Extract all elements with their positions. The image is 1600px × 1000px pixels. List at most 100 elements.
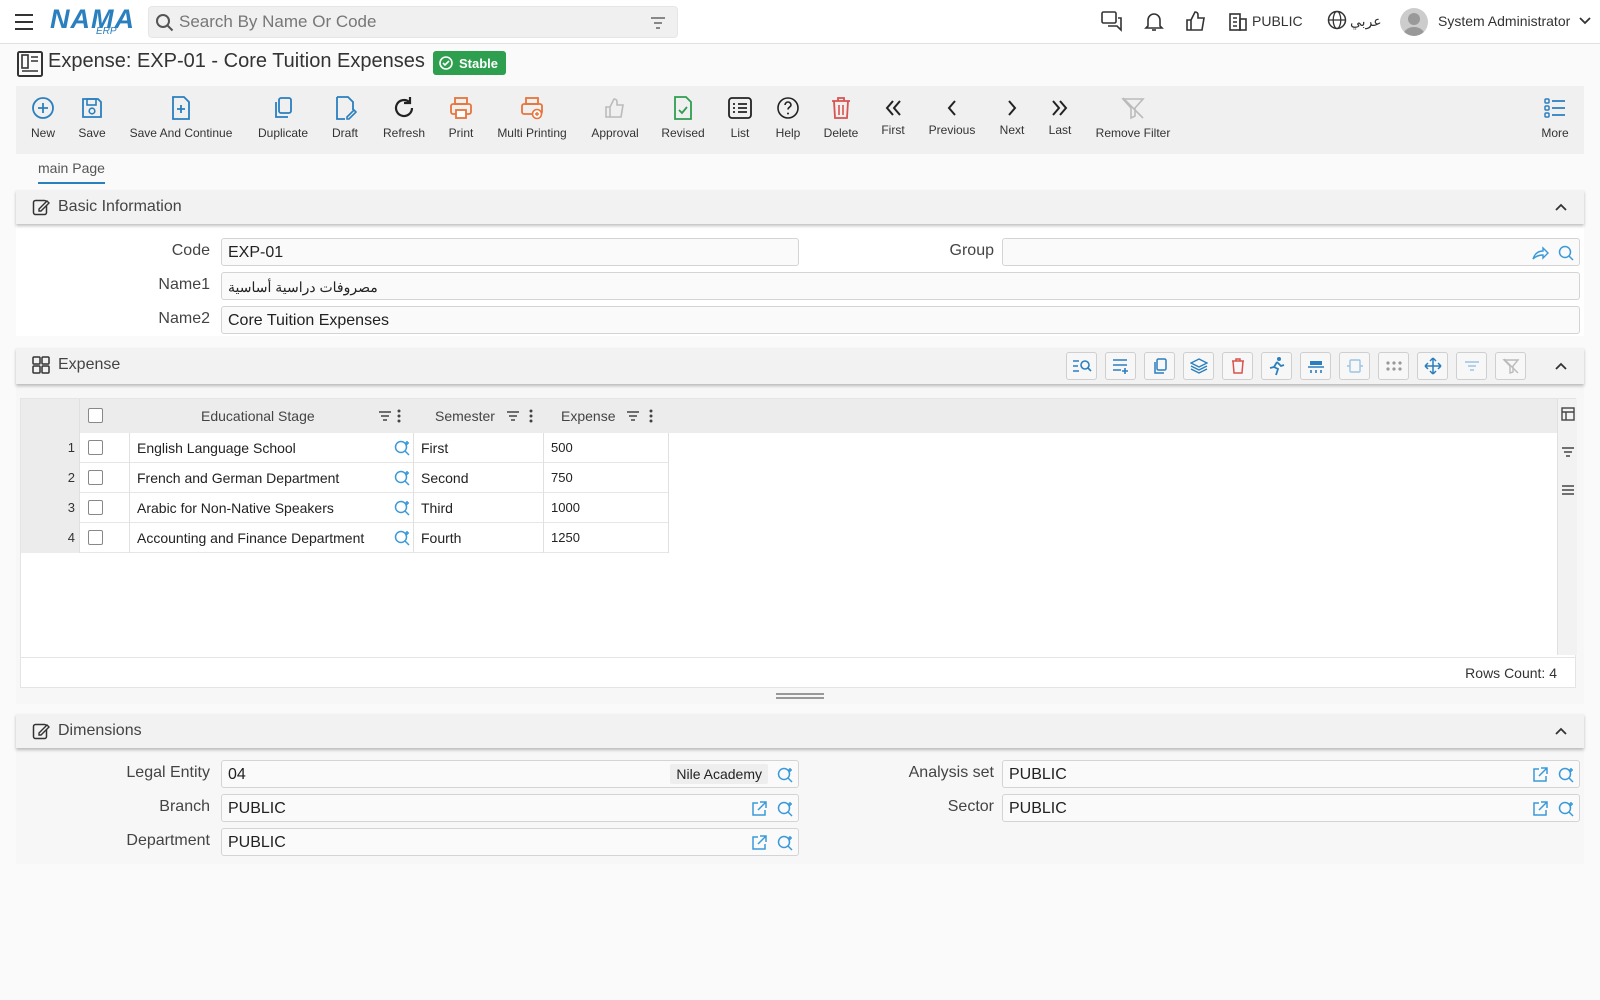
resize-handle[interactable] xyxy=(776,693,824,699)
sector-field[interactable]: PUBLIC xyxy=(1002,794,1580,822)
grid-search-icon[interactable] xyxy=(1066,352,1097,380)
search-lookup-icon[interactable] xyxy=(776,800,794,818)
group-field[interactable] xyxy=(1002,238,1580,266)
thumbs-up-icon[interactable] xyxy=(1184,9,1208,33)
lookup-icon[interactable] xyxy=(393,439,411,457)
cell-expense[interactable]: 1250 xyxy=(551,530,580,545)
cell-expense[interactable]: 750 xyxy=(551,470,573,485)
company-icon[interactable] xyxy=(1228,9,1248,33)
open-external-icon[interactable] xyxy=(1531,766,1549,784)
chevron-up-icon[interactable] xyxy=(1554,724,1568,738)
next-button[interactable]: Next xyxy=(998,86,1026,154)
search-lookup-icon[interactable] xyxy=(776,766,794,784)
cell-educational-stage[interactable]: Accounting and Finance Department xyxy=(137,530,364,546)
cell-semester[interactable]: Third xyxy=(421,500,453,516)
chat-icon[interactable] xyxy=(1100,9,1124,33)
dimensions-header[interactable]: Dimensions xyxy=(16,714,1584,748)
column-menu-icon[interactable] xyxy=(649,409,653,423)
row-checkbox[interactable] xyxy=(88,500,103,515)
run-icon[interactable] xyxy=(1261,352,1292,380)
cell-educational-stage[interactable]: French and German Department xyxy=(137,470,339,486)
expense-header[interactable]: Expense xyxy=(16,348,1584,384)
cell-expense[interactable]: 1000 xyxy=(551,500,580,515)
revised-button[interactable]: Revised xyxy=(660,86,706,154)
previous-button[interactable]: Previous xyxy=(928,86,976,154)
more-button[interactable]: More xyxy=(1540,86,1570,154)
table-row[interactable]: 2 French and German Department Second 75… xyxy=(21,463,669,493)
search-lookup-icon[interactable] xyxy=(776,834,794,852)
row-checkbox[interactable] xyxy=(88,470,103,485)
column-header-semester[interactable]: Semester xyxy=(435,408,495,424)
list-button[interactable]: List xyxy=(726,86,754,154)
duplicate-button[interactable]: Duplicate xyxy=(256,86,310,154)
copy-row-icon[interactable] xyxy=(1144,352,1175,380)
column-menu-icon[interactable] xyxy=(397,409,401,423)
share-icon[interactable] xyxy=(1531,244,1549,262)
tab-main-page[interactable]: main Page xyxy=(38,160,105,184)
branch-field[interactable]: PUBLIC xyxy=(221,794,799,822)
search-lookup-icon[interactable] xyxy=(1557,800,1575,818)
name1-field[interactable]: مصروفات دراسية أساسية xyxy=(221,272,1580,300)
open-external-icon[interactable] xyxy=(1531,800,1549,818)
search-lookup-icon[interactable] xyxy=(1557,244,1575,262)
row-checkbox[interactable] xyxy=(88,530,103,545)
menu-lines-icon[interactable] xyxy=(1561,483,1575,497)
legal-entity-field[interactable]: 04 Nile Academy xyxy=(221,760,799,788)
help-button[interactable]: Help xyxy=(774,86,802,154)
multi-printing-button[interactable]: Multi Printing xyxy=(496,86,568,154)
add-row-icon[interactable] xyxy=(1105,352,1136,380)
merge-icon[interactable] xyxy=(1300,352,1331,380)
open-external-icon[interactable] xyxy=(750,834,768,852)
lookup-icon[interactable] xyxy=(393,469,411,487)
column-filter-icon[interactable] xyxy=(626,409,640,423)
search-filter-icon[interactable] xyxy=(649,14,667,32)
name2-field[interactable]: Core Tuition Expenses xyxy=(221,306,1580,334)
table-row[interactable]: 1 English Language School First 500 xyxy=(21,433,669,463)
chevron-up-icon[interactable] xyxy=(1554,359,1568,373)
user-name[interactable]: System Administrator xyxy=(1438,13,1570,29)
globe-icon[interactable] xyxy=(1326,9,1348,31)
columns-panel-icon[interactable] xyxy=(1561,407,1575,421)
new-button[interactable]: New xyxy=(28,86,58,154)
lookup-icon[interactable] xyxy=(393,529,411,547)
lookup-icon[interactable] xyxy=(393,499,411,517)
cell-expense[interactable]: 500 xyxy=(551,440,573,455)
delete-row-icon[interactable] xyxy=(1222,352,1253,380)
department-field[interactable]: PUBLIC xyxy=(221,828,799,856)
draft-button[interactable]: Draft xyxy=(330,86,360,154)
row-checkbox[interactable] xyxy=(88,440,103,455)
column-header-stage[interactable]: Educational Stage xyxy=(201,408,315,424)
code-field[interactable]: EXP-01 xyxy=(221,238,799,266)
cell-semester[interactable]: First xyxy=(421,440,448,456)
cell-educational-stage[interactable]: English Language School xyxy=(137,440,296,456)
bell-icon[interactable] xyxy=(1142,9,1166,33)
column-filter-icon[interactable] xyxy=(506,409,520,423)
grid-filter-off-icon[interactable] xyxy=(1495,352,1526,380)
chevron-up-icon[interactable] xyxy=(1554,200,1568,214)
filters-panel-icon[interactable] xyxy=(1561,445,1575,459)
hamburger-menu-icon[interactable] xyxy=(12,10,36,34)
save-button[interactable]: Save xyxy=(76,86,108,154)
last-button[interactable]: Last xyxy=(1046,86,1074,154)
cell-semester[interactable]: Second xyxy=(421,470,468,486)
move-icon[interactable] xyxy=(1417,352,1448,380)
analysis-set-field[interactable]: PUBLIC xyxy=(1002,760,1580,788)
remove-filter-button[interactable]: Remove Filter xyxy=(1094,86,1172,154)
dots-grid-icon[interactable] xyxy=(1378,352,1409,380)
column-width-icon[interactable] xyxy=(1339,352,1370,380)
column-header-expense[interactable]: Expense xyxy=(561,408,615,424)
language-switch[interactable]: عربي xyxy=(1350,13,1382,30)
cell-semester[interactable]: Fourth xyxy=(421,530,461,546)
chevron-down-icon[interactable] xyxy=(1578,14,1592,28)
search-lookup-icon[interactable] xyxy=(1557,766,1575,784)
table-row[interactable]: 4 Accounting and Finance Department Four… xyxy=(21,523,669,553)
avatar[interactable] xyxy=(1400,8,1428,36)
basic-information-header[interactable]: Basic Information xyxy=(16,190,1584,224)
delete-button[interactable]: Delete xyxy=(822,86,860,154)
column-filter-icon[interactable] xyxy=(378,409,392,423)
select-all-checkbox[interactable] xyxy=(88,408,103,423)
layers-icon[interactable] xyxy=(1183,352,1214,380)
search-input[interactable] xyxy=(179,10,639,34)
company-label[interactable]: PUBLIC xyxy=(1252,13,1303,29)
save-and-continue-button[interactable]: Save And Continue xyxy=(130,86,232,154)
